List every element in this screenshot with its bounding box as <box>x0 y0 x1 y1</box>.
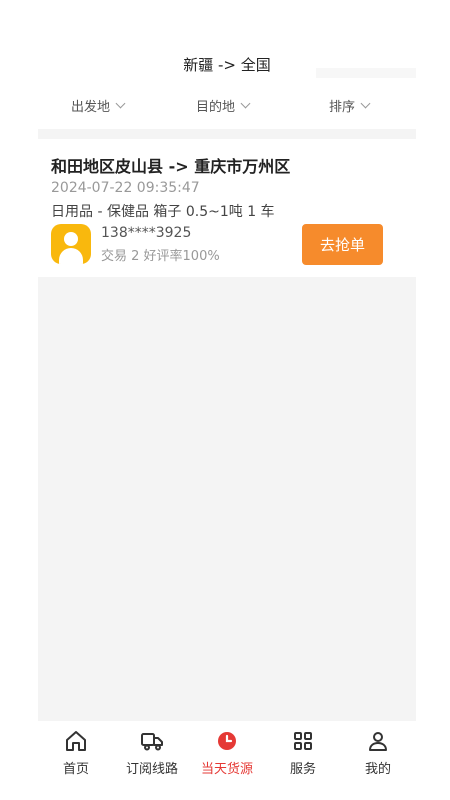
goods-description: 日用品 - 保健品 箱子 0.5~1吨 1 车 <box>51 204 275 220</box>
cargo-listing-card[interactable]: 和田地区皮山县 -> 重庆市万州区 2024-07-22 09:35:47 日用… <box>38 139 416 277</box>
tab-subscribed-routes[interactable]: 订阅线路 <box>114 721 190 800</box>
tab-mine[interactable]: 我的 <box>340 721 416 800</box>
post-time: 2024-07-22 09:35:47 <box>51 180 200 196</box>
tab-home-label: 首页 <box>62 762 89 777</box>
filter-departure[interactable]: 出发地 <box>71 96 126 115</box>
bottom-tab-bar: 首页 订阅线路 当天货源 服务 我的 <box>38 721 416 800</box>
filter-bar: 出发地 目的地 排序 <box>38 96 416 124</box>
grid-icon <box>294 732 312 750</box>
tab-today-cargo-label: 当天货源 <box>200 762 253 777</box>
section-divider <box>38 129 416 139</box>
app-screen: 新疆 -> 全国 出发地 目的地 排序 和田地区皮山县 -> 重庆市万州区 20… <box>38 0 416 800</box>
tab-home[interactable]: 首页 <box>38 721 114 800</box>
tab-services-label: 服务 <box>289 762 316 777</box>
tab-services[interactable]: 服务 <box>265 721 341 800</box>
filter-sort-label: 排序 <box>329 100 356 115</box>
tab-subscribed-routes-label: 订阅线路 <box>125 762 178 777</box>
filter-destination[interactable]: 目的地 <box>196 96 251 115</box>
empty-list-area <box>38 277 416 721</box>
chevron-down-icon <box>240 98 251 109</box>
avatar-head <box>64 232 78 246</box>
chevron-down-icon <box>360 98 371 109</box>
avatar-body <box>59 248 83 264</box>
filter-departure-label: 出发地 <box>71 100 111 115</box>
chevron-down-icon <box>115 98 126 109</box>
avatar <box>51 224 91 264</box>
grab-order-button[interactable]: 去抢单 <box>302 224 383 265</box>
shipper-stats: 交易 2 好评率100% <box>101 249 220 264</box>
tab-today-cargo[interactable]: 当天货源 <box>189 721 265 800</box>
shipper-phone: 138****3925 <box>101 225 192 241</box>
clock-icon <box>218 732 236 750</box>
filter-sort[interactable]: 排序 <box>329 96 371 115</box>
user-icon <box>369 732 387 751</box>
tab-mine-label: 我的 <box>364 762 391 777</box>
route-text: 和田地区皮山县 -> 重庆市万州区 <box>51 157 291 176</box>
header-fade <box>316 68 416 78</box>
truck-icon <box>141 733 163 751</box>
filter-destination-label: 目的地 <box>196 100 236 115</box>
home-icon <box>66 731 86 751</box>
